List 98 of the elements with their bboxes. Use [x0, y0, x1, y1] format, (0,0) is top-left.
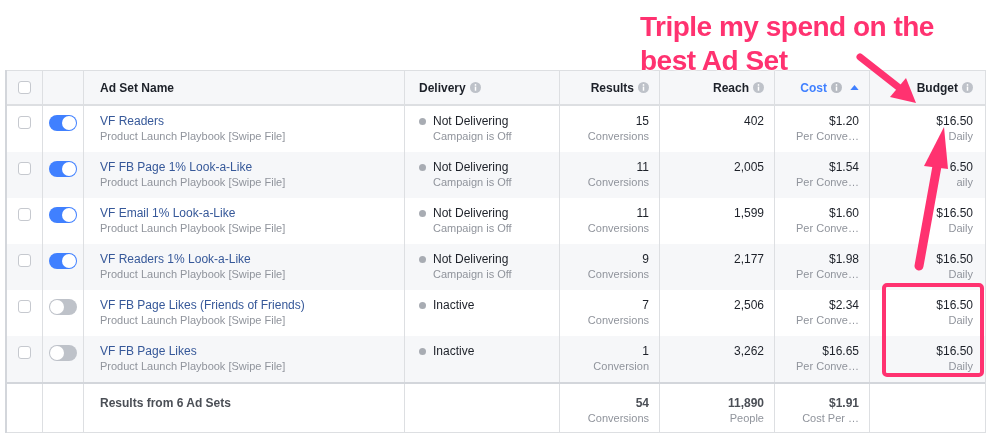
reach-value: 2,506: [733, 297, 764, 313]
budget-unit: Daily: [948, 359, 973, 374]
results-unit: Conversion: [593, 359, 649, 374]
status-dot: [419, 117, 426, 125]
column-header[interactable]: Ad Set Name: [100, 80, 175, 95]
ad-set-link[interactable]: VF Readers: [100, 113, 394, 129]
delivery-status: Inactive: [433, 297, 475, 313]
column-header[interactable]: Delivery: [419, 80, 466, 95]
column-header[interactable]: Results: [590, 80, 634, 95]
total-reach: 11,890: [727, 395, 764, 411]
cost-unit: Per Conve…: [796, 359, 859, 374]
results-unit: Conversions: [587, 267, 649, 282]
delivery-detail: Campaign is Off: [433, 267, 513, 282]
reach-value: 1,599: [733, 205, 764, 221]
reach-value: 402: [743, 113, 764, 129]
ad-set-link[interactable]: VF Email 1% Look-a-Like: [100, 205, 394, 221]
budget-value: $16.50: [936, 251, 973, 267]
status-dot: [419, 347, 426, 355]
delivery-detail: Campaign is Off: [433, 129, 513, 144]
reach-value: 2,177: [733, 251, 764, 267]
status-dot: [419, 255, 426, 263]
checkbox[interactable]: [18, 116, 31, 129]
budget-value: $16.50: [936, 205, 973, 221]
status-dot: [419, 301, 426, 309]
campaign-name: Product Launch Playbook [Swipe File]: [100, 313, 287, 328]
status-dot: [419, 163, 426, 171]
checkbox[interactable]: [18, 81, 31, 94]
delivery-status: Not Delivering: [433, 251, 509, 267]
column-header[interactable]: Reach: [712, 80, 749, 95]
budget-value: $16.50: [936, 343, 973, 359]
cost-value: $2.34: [828, 297, 859, 313]
campaign-name: Product Launch Playbook [Swipe File]: [100, 359, 287, 374]
cost-value: $1.54: [828, 159, 859, 175]
checkbox[interactable]: [18, 346, 31, 359]
budget-value: $16.50: [936, 113, 973, 129]
results-unit: Conversions: [587, 175, 649, 190]
checkbox[interactable]: [18, 300, 31, 313]
budget-unit: Daily: [948, 221, 973, 236]
results-unit: Conversions: [587, 221, 649, 236]
toggle-switch[interactable]: [49, 253, 77, 269]
toggle-switch[interactable]: [49, 299, 77, 315]
cost-value: $16.65: [822, 343, 859, 359]
ad-set-link[interactable]: VF FB Page Likes (Friends of Friends): [100, 297, 394, 313]
annotation-text: Triple my spend on the best Ad Set: [640, 10, 935, 78]
total-results: 54: [635, 395, 649, 411]
budget-unit: aily: [956, 175, 973, 190]
campaign-name: Product Launch Playbook [Swipe File]: [100, 175, 287, 190]
total-results-unit: Conversions: [587, 411, 649, 426]
delivery-status: Not Delivering: [433, 159, 509, 175]
cost-unit: Per Conve…: [796, 175, 859, 190]
results-unit: Conversions: [587, 129, 649, 144]
delivery-status: Not Delivering: [433, 205, 509, 221]
ad-set-link[interactable]: VF FB Page Likes: [100, 343, 394, 359]
checkbox[interactable]: [18, 208, 31, 221]
budget-unit: Daily: [948, 313, 973, 328]
sort-ascending-icon[interactable]: [850, 85, 859, 90]
checkbox[interactable]: [18, 162, 31, 175]
delivery-detail: Campaign is Off: [433, 175, 513, 190]
toggle-switch[interactable]: [49, 207, 77, 223]
delivery-status: Inactive: [433, 343, 475, 359]
campaign-name: Product Launch Playbook [Swipe File]: [100, 221, 287, 236]
total-cost: $1.91: [828, 395, 859, 411]
budget-value: 6.50: [949, 159, 973, 175]
ad-set-link[interactable]: VF Readers 1% Look-a-Like: [100, 251, 394, 267]
results-value: 7: [642, 297, 649, 313]
totals-label: Results from 6 Ad Sets: [100, 395, 232, 411]
reach-value: 2,005: [733, 159, 764, 175]
toggle-switch[interactable]: [49, 161, 77, 177]
cost-value: $1.98: [828, 251, 859, 267]
total-reach-unit: People: [729, 411, 764, 426]
cost-unit: Per Conve…: [796, 129, 859, 144]
delivery-detail: Campaign is Off: [433, 221, 513, 236]
annotation-arrow: [856, 53, 916, 103]
cost-value: $1.60: [828, 205, 859, 221]
results-unit: Conversions: [587, 313, 649, 328]
ad-set-link[interactable]: VF FB Page 1% Look-a-Like: [100, 159, 394, 175]
checkbox[interactable]: [18, 254, 31, 267]
results-value: 11: [636, 205, 649, 221]
reach-value: 3,262: [733, 343, 764, 359]
budget-unit: Daily: [948, 267, 973, 282]
results-value: 1: [642, 343, 649, 359]
delivery-status: Not Delivering: [433, 113, 509, 129]
results-value: 9: [642, 251, 649, 267]
status-dot: [419, 209, 426, 217]
total-cost-unit: Cost Per …: [802, 411, 859, 426]
results-value: 15: [635, 113, 649, 129]
campaign-name: Product Launch Playbook [Swipe File]: [100, 129, 287, 144]
cost-unit: Per Conve…: [796, 267, 859, 282]
cost-unit: Per Conve…: [796, 221, 859, 236]
cost-value: $1.20: [828, 113, 859, 129]
results-value: 11: [636, 159, 649, 175]
toggle-switch[interactable]: [49, 345, 77, 361]
budget-unit: Daily: [948, 129, 973, 144]
cost-unit: Per Conve…: [796, 313, 859, 328]
budget-value: $16.50: [936, 297, 973, 313]
column-header[interactable]: Budget: [916, 80, 958, 95]
toggle-switch[interactable]: [49, 115, 77, 131]
campaign-name: Product Launch Playbook [Swipe File]: [100, 267, 287, 282]
